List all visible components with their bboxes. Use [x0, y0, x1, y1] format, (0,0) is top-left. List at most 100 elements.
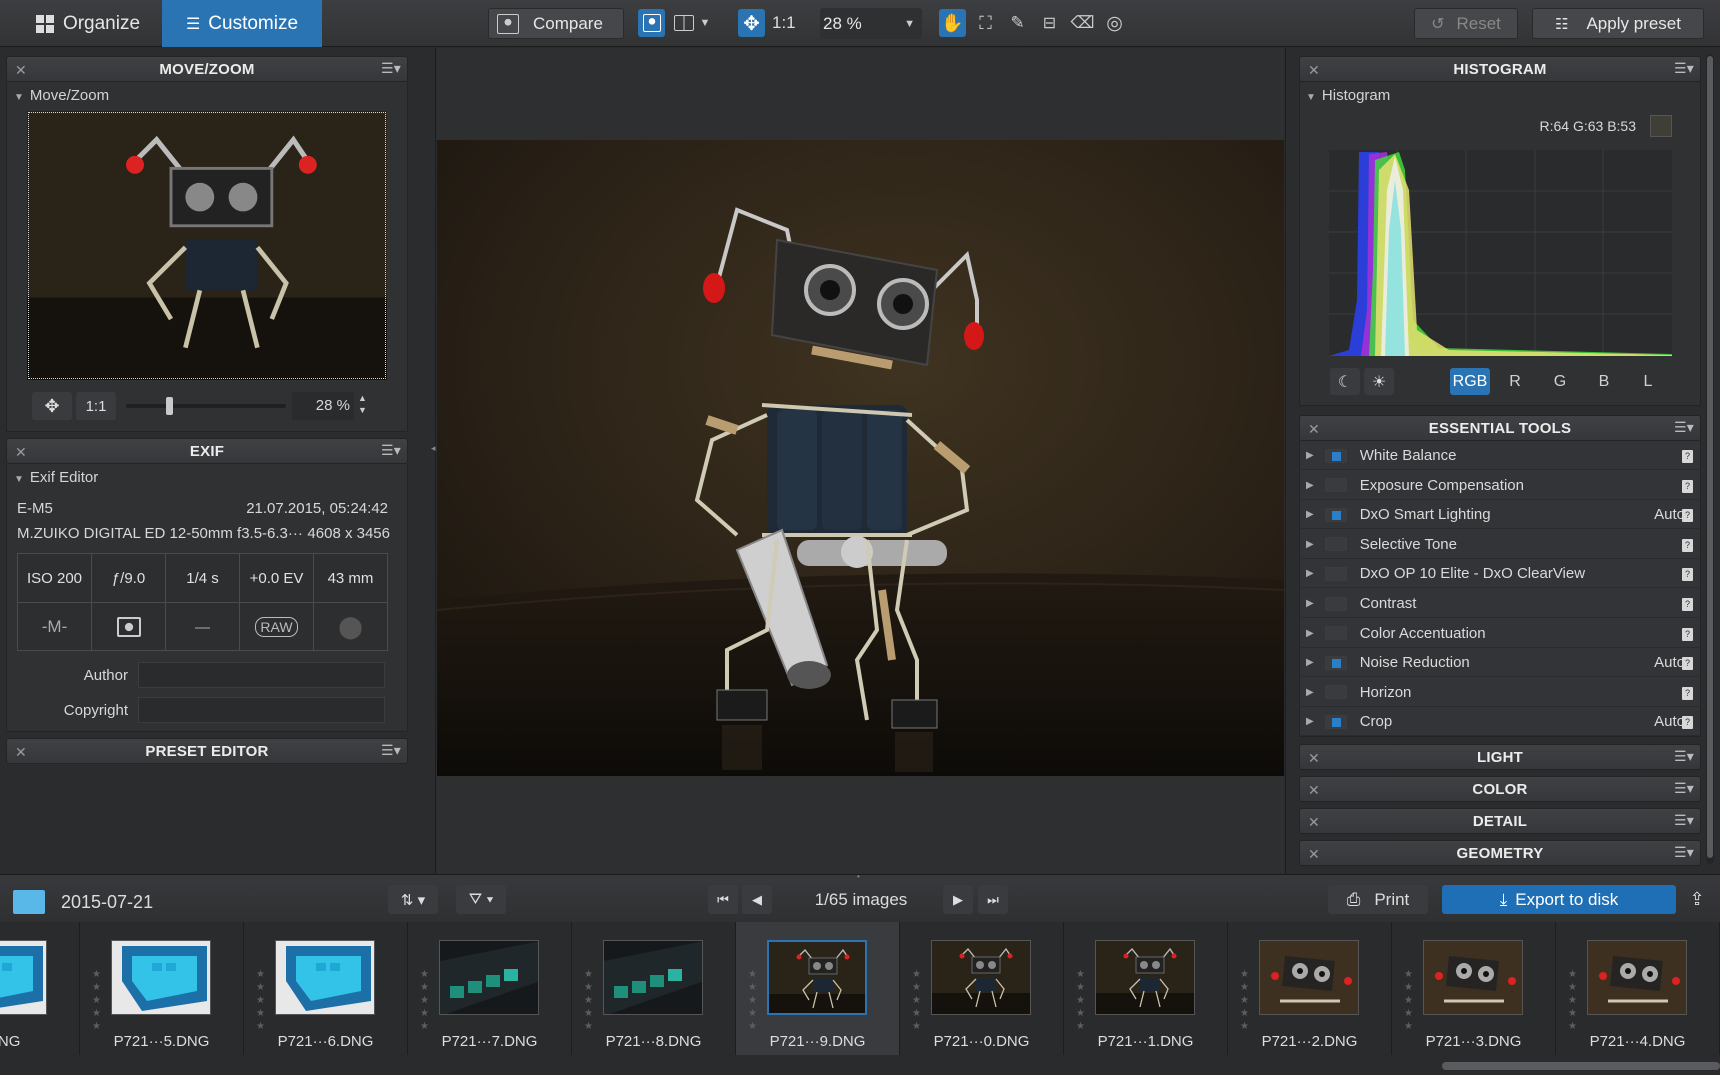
tool-row[interactable]: ▶ Selective Tone? [1299, 531, 1701, 559]
thumbnail-item[interactable]: ★ ★ ★ ★ ★ P721···9.DNG [736, 922, 900, 1055]
first-image-button[interactable]: ⏮ [708, 885, 738, 914]
triangle-right-icon[interactable]: ▶ [1306, 509, 1314, 520]
triangle-right-icon[interactable]: ▶ [1306, 657, 1314, 668]
rating-stars[interactable]: ★ ★ ★ ★ ★ [92, 968, 101, 1033]
triangle-right-icon[interactable]: ▶ [1306, 539, 1314, 550]
close-icon[interactable]: ✕ [1308, 814, 1320, 831]
histogram-subsection[interactable]: ▼ Histogram [1306, 87, 1390, 104]
triangle-right-icon[interactable]: ▶ [1306, 628, 1314, 639]
tool-row[interactable]: ▶ Color Accentuation? [1299, 620, 1701, 648]
author-input[interactable] [138, 662, 385, 688]
zoom-slider-thumb[interactable] [166, 397, 173, 415]
move-icon[interactable]: ✥ [738, 9, 765, 37]
panel-menu-icon[interactable]: ☰▾ [1674, 419, 1694, 436]
tool-toggle-checkbox[interactable] [1324, 566, 1347, 581]
organize-tab[interactable]: Organize [16, 0, 160, 47]
triangle-right-icon[interactable]: ▶ [1306, 687, 1314, 698]
tool-toggle-checkbox[interactable] [1324, 507, 1347, 522]
navigator-zoom-field[interactable]: 28 % [292, 392, 354, 420]
chevron-down-icon[interactable]: ▼ [696, 9, 714, 37]
rating-stars[interactable]: ★ ★ ★ ★ ★ [256, 968, 265, 1033]
tool-toggle-checkbox[interactable] [1324, 714, 1347, 729]
help-icon[interactable]: ? [1682, 598, 1693, 611]
resize-grip-icon[interactable]: • [857, 872, 860, 881]
thumbnail-item[interactable]: ★ ★ ★ ★ ★ P721···8.DNG [572, 922, 736, 1055]
rating-stars[interactable]: ★ ★ ★ ★ ★ [1240, 968, 1249, 1033]
navigator-1to1-button[interactable]: 1:1 [76, 392, 116, 420]
copyright-input[interactable] [138, 697, 385, 723]
zoom-select[interactable]: 28 % ▼ [820, 8, 922, 39]
last-image-button[interactable]: ⏭ [978, 885, 1008, 914]
zoom-stepper-icon[interactable]: ▲ ▼ [358, 392, 367, 416]
close-icon[interactable]: ✕ [15, 744, 27, 761]
panel-menu-icon[interactable]: ☰▾ [1674, 812, 1694, 829]
tool-row[interactable]: ▶ Exposure Compensation? [1299, 472, 1701, 500]
rating-stars[interactable]: ★ ★ ★ ★ ★ [1076, 968, 1085, 1033]
panel-menu-icon[interactable]: ☰▾ [1674, 748, 1694, 765]
filmstrip-scrollbar[interactable] [1442, 1062, 1720, 1070]
hand-tool-icon[interactable]: ✋ [939, 9, 966, 37]
close-icon[interactable]: ✕ [1308, 750, 1320, 767]
reset-button[interactable]: ↺ Reset [1414, 8, 1518, 39]
help-icon[interactable]: ? [1682, 657, 1693, 671]
thumbnail-item[interactable]: ★★★★★4.DNG [0, 922, 80, 1055]
fit-move-button[interactable]: ✥ [32, 392, 72, 420]
exif-editor-subsection[interactable]: ▼ Exif Editor [14, 469, 98, 486]
close-icon[interactable]: ✕ [1308, 846, 1320, 863]
help-icon[interactable]: ? [1682, 450, 1693, 463]
channel-r-button[interactable]: R [1495, 368, 1535, 395]
filter-button[interactable]: ⛛ ▾ [456, 885, 506, 914]
tool-row[interactable]: ▶ DxO OP 10 Elite - DxO ClearView? [1299, 560, 1701, 589]
tool-toggle-checkbox[interactable] [1324, 685, 1347, 700]
red-eye-icon[interactable]: ◎ [1101, 9, 1128, 37]
sun-highlight-clip-icon[interactable]: ☀ [1364, 368, 1394, 395]
tool-row[interactable]: ▶ DxO Smart Lighting Auto? [1299, 501, 1701, 530]
panel-menu-icon[interactable]: ☰▾ [381, 442, 401, 459]
one-to-one-button[interactable]: 1:1 [772, 13, 796, 33]
thumbnail-item[interactable]: ★ ★ ★ ★ ★ P721···1.DNG [1064, 922, 1228, 1055]
horizon-tool-icon[interactable]: ⊟ [1036, 9, 1063, 37]
close-icon[interactable]: ✕ [1308, 782, 1320, 799]
compare-button[interactable]: Compare [488, 8, 624, 39]
zoom-slider[interactable] [126, 397, 286, 415]
channel-rgb-button[interactable]: RGB [1450, 368, 1490, 395]
light-palette-header[interactable]: ✕ LIGHT ☰▾ [1299, 744, 1701, 770]
tool-row[interactable]: ▶ Noise Reduction Auto? [1299, 649, 1701, 678]
moon-shadow-clip-icon[interactable]: ☾ [1330, 368, 1360, 395]
panel-menu-icon[interactable]: ☰▾ [1674, 844, 1694, 861]
eyedropper-icon[interactable]: ✎ [1004, 9, 1031, 37]
close-icon[interactable]: ✕ [1308, 421, 1320, 438]
close-icon[interactable]: ✕ [15, 62, 27, 79]
apply-preset-button[interactable]: ☷ Apply preset [1532, 8, 1704, 39]
tool-row[interactable]: ▶ White Balance? [1299, 442, 1701, 470]
close-icon[interactable]: ✕ [1308, 62, 1320, 79]
triangle-right-icon[interactable]: ▶ [1306, 716, 1314, 727]
scrollbar-thumb[interactable] [1707, 56, 1713, 858]
thumbnail-item[interactable]: ★ ★ ★ ★ ★ P721···5.DNG [80, 922, 244, 1055]
rating-stars[interactable]: ★ ★ ★ ★ ★ [748, 968, 757, 1033]
side-by-side-icon[interactable] [670, 9, 697, 37]
channel-g-button[interactable]: G [1540, 368, 1580, 395]
panel-menu-icon[interactable]: ☰▾ [381, 60, 401, 77]
triangle-right-icon[interactable]: ▶ [1306, 480, 1314, 491]
thumbnail-item[interactable]: ★ ★ ★ ★ ★ P721···0.DNG [900, 922, 1064, 1055]
tool-toggle-checkbox[interactable] [1324, 626, 1347, 641]
tool-row[interactable]: ▶ Contrast? [1299, 590, 1701, 618]
triangle-right-icon[interactable]: ▶ [1306, 568, 1314, 579]
help-icon[interactable]: ? [1682, 479, 1693, 493]
collapse-left-handle[interactable]: ◂ [431, 443, 436, 454]
tool-toggle-checkbox[interactable] [1324, 655, 1347, 670]
tool-toggle-checkbox[interactable] [1324, 537, 1347, 552]
share-icon[interactable]: ⇪ [1680, 885, 1714, 914]
triangle-right-icon[interactable]: ▶ [1306, 598, 1314, 609]
viewport-rectangle[interactable] [28, 112, 386, 379]
help-icon[interactable]: ? [1682, 686, 1693, 700]
help-icon[interactable]: ? [1682, 627, 1693, 641]
triangle-right-icon[interactable]: ▶ [1306, 450, 1314, 461]
tool-row[interactable]: ▶ Horizon? [1299, 679, 1701, 707]
thumbnail-item[interactable]: ★ ★ ★ ★ ★ P721···3.DNG [1392, 922, 1556, 1055]
thumbnail-item[interactable]: ★ ★ ★ ★ ★ P721···2.DNG [1228, 922, 1392, 1055]
move-zoom-subsection[interactable]: ▼ Move/Zoom [14, 87, 109, 104]
customize-tab[interactable]: ☰ Customize [162, 0, 322, 47]
help-icon[interactable]: ? [1682, 509, 1693, 523]
